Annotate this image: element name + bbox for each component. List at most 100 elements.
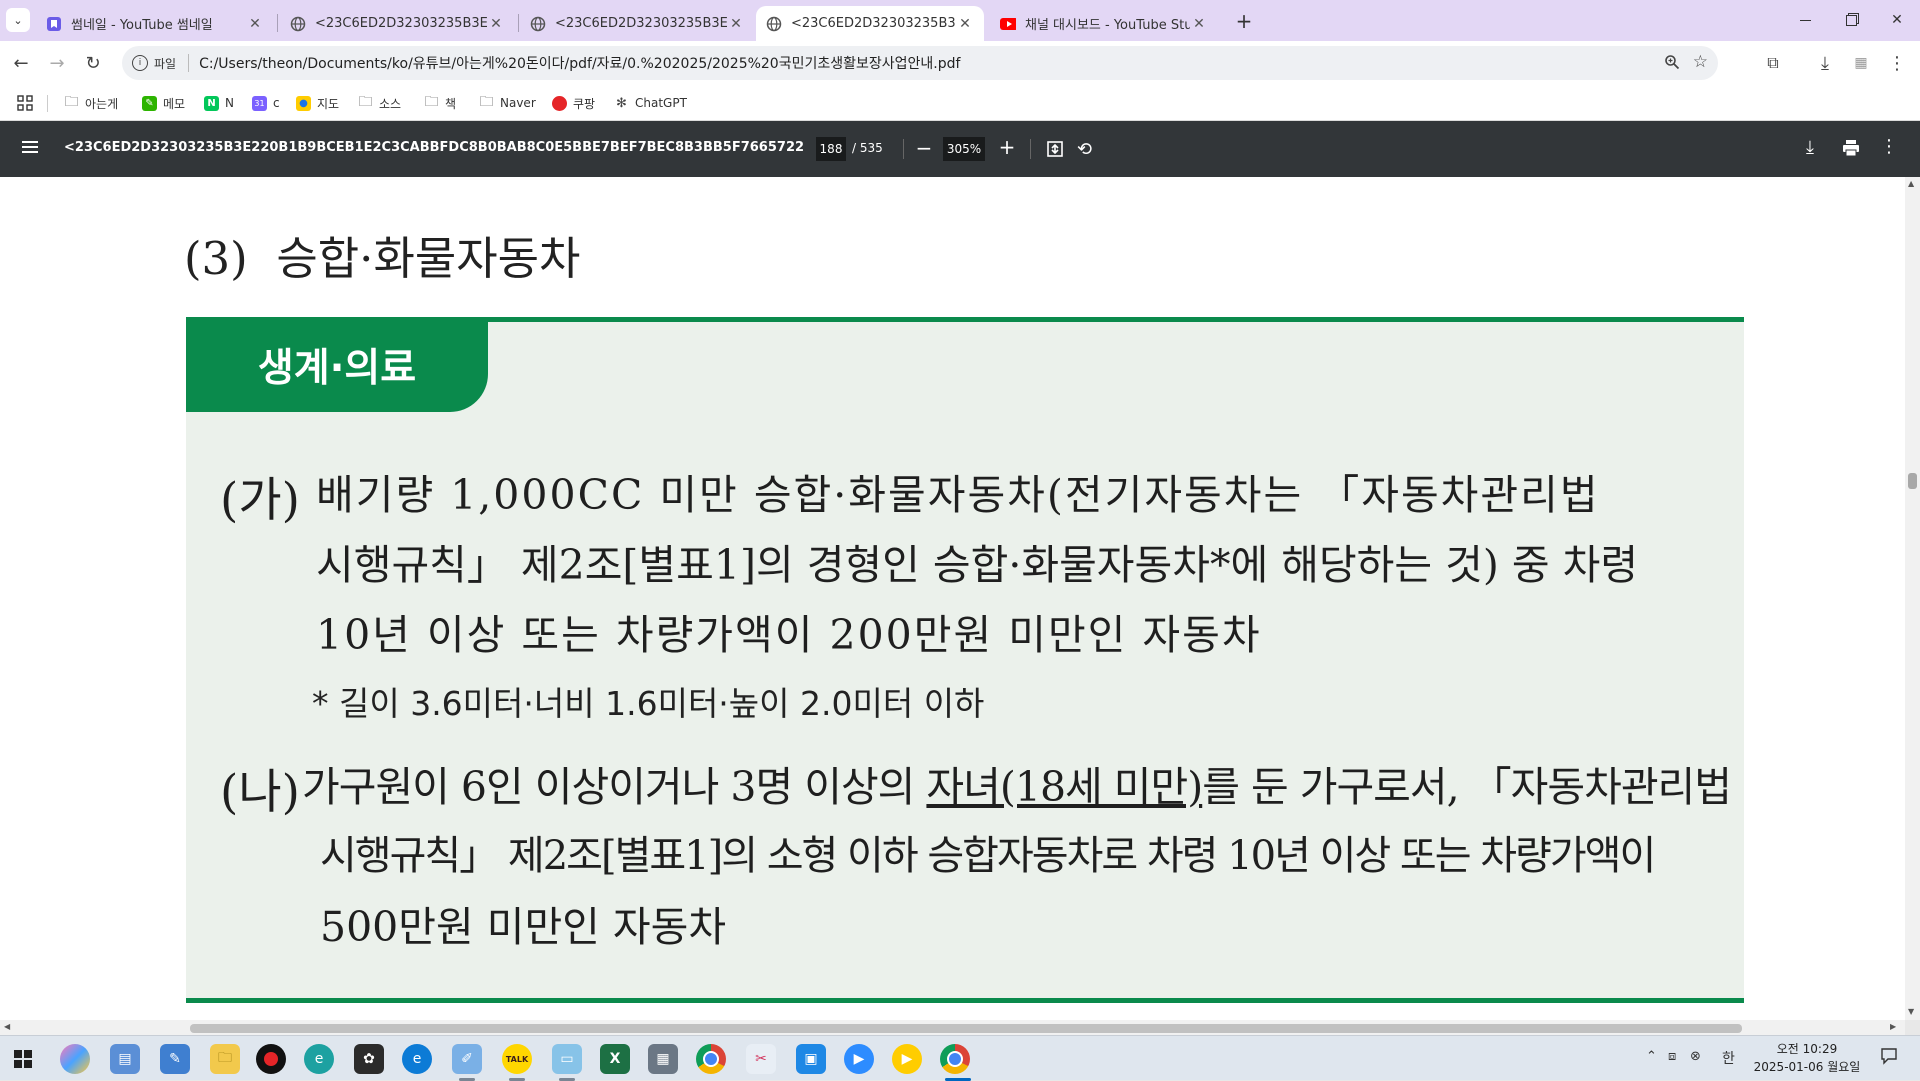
close-icon[interactable]: ✕	[1190, 16, 1208, 32]
pdf-page-viewport[interactable]: (3) 승합·화물자동차 생계·의료 (가) 배기량 1,000CC 미만 승합…	[0, 177, 1905, 1020]
zoom-app-icon[interactable]: ▶	[844, 1044, 874, 1074]
notes-app-icon[interactable]: ✎	[160, 1044, 190, 1074]
tab-title: 썸네일 - YouTube 썸네일	[71, 18, 213, 33]
zoom-in-icon[interactable]: +	[996, 135, 1018, 159]
close-window-icon[interactable]: ✕	[1882, 8, 1912, 32]
tab-youtube-studio[interactable]: 채널 대시보드 - YouTube Studi ✕	[990, 6, 1218, 41]
bookmark-item[interactable]: ● 지도	[296, 93, 339, 113]
zoom-lens-icon[interactable]	[1664, 54, 1680, 74]
section-heading: (3) 승합·화물자동차	[184, 232, 581, 285]
youtube-icon	[1000, 16, 1016, 32]
item-na-line: 가구원이 6인 이상이거나 3명 이상의 자녀(18세 미만)를 둔 가구로서,…	[302, 763, 1732, 811]
bookmark-star-icon[interactable]: ☆	[1693, 52, 1708, 72]
clock-time[interactable]: 오전 10:29	[1752, 1040, 1862, 1057]
edge-dev-icon[interactable]: e	[304, 1044, 334, 1074]
edge-icon[interactable]: e	[402, 1044, 432, 1074]
extensions-puzzle-icon[interactable]: ⧉	[1758, 48, 1788, 78]
fit-to-page-icon[interactable]	[1046, 140, 1064, 158]
tray-status-icon[interactable]: ⊗	[1690, 1049, 1701, 1064]
item-ga-line: 배기량 1,000CC 미만 승합·화물자동차(전기자동차는 「자동차관리법	[316, 471, 1600, 519]
url-text[interactable]: C:/Users/theon/Documents/ko/유튜브/아는게%20돈이…	[199, 53, 960, 73]
tab-pdf-active[interactable]: <23C6ED2D32303235B3E220B ✕	[756, 6, 984, 41]
tab-pdf-2[interactable]: <23C6ED2D32303235B3E220B ✕	[520, 6, 755, 41]
zoom-level-input[interactable]: 305%	[943, 137, 985, 161]
tray-chevron-up-icon[interactable]: ⌃	[1646, 1049, 1657, 1064]
bookmark-item[interactable]: 🗀 Naver	[479, 93, 536, 113]
record-app-icon[interactable]	[256, 1044, 286, 1074]
vertical-scroll-thumb[interactable]	[1908, 473, 1917, 489]
vertical-scrollbar[interactable]: ▲ ▼	[1905, 177, 1920, 1020]
underlined-children-term: 자녀(18세 미만)	[926, 763, 1203, 811]
horizontal-scroll-thumb[interactable]	[190, 1024, 1742, 1033]
page-number-input[interactable]: 188	[816, 137, 846, 161]
bookmark-item[interactable]: ✻ ChatGPT	[614, 93, 687, 113]
print-icon[interactable]	[1842, 139, 1862, 159]
chatgpt-icon: ✻	[616, 95, 627, 111]
tab-title: <23C6ED2D32303235B3E220B	[315, 16, 487, 31]
notification-center-icon[interactable]	[1880, 1047, 1898, 1065]
bookmark-item[interactable]: ✎ 메모	[142, 93, 185, 113]
chrome-icon[interactable]	[696, 1044, 726, 1074]
folder-icon: 🗀	[424, 94, 439, 110]
bookmark-item[interactable]: 31 c	[252, 93, 280, 113]
excel-icon[interactable]: X	[600, 1044, 630, 1074]
zoom-out-icon[interactable]: −	[913, 136, 935, 160]
download-icon[interactable]: ⤓	[1806, 137, 1814, 158]
new-tab-plus-icon[interactable]: +	[1232, 9, 1256, 33]
profile-icon[interactable]: ▦	[1846, 48, 1876, 78]
info-icon[interactable]: i	[132, 55, 148, 71]
bookmark-item[interactable]: 🗀 소스	[358, 93, 402, 113]
menu-kebab-icon[interactable]: ⋮	[1882, 48, 1912, 78]
windows-start-icon[interactable]	[8, 1044, 38, 1074]
scroll-left-arrow-icon[interactable]: ◀	[4, 1022, 10, 1031]
tab-search-button[interactable]: ⌄	[6, 8, 30, 32]
tab-pdf-1[interactable]: <23C6ED2D32303235B3E220B ✕	[280, 6, 515, 41]
calculator-icon[interactable]: ▦	[648, 1044, 678, 1074]
store-app-icon[interactable]: ▣	[796, 1044, 826, 1074]
bookmark-item[interactable]: N N	[204, 93, 234, 113]
close-icon[interactable]: ✕	[487, 16, 505, 32]
more-options-icon[interactable]: ⋮	[1880, 136, 1898, 157]
forward-arrow-icon[interactable]: →	[42, 48, 72, 78]
bookmark-item[interactable]: 🗀 책	[424, 93, 457, 113]
windows-taskbar: ▤ ✎ 🗀 e ✿ e ✐ TALK ▭ X ▦ ✂ ▣ ▶ ▶ ⌃ ⧈ ⊗ 한…	[0, 1035, 1920, 1081]
reload-icon[interactable]: ↻	[78, 48, 108, 78]
tray-network-icon[interactable]: ⧈	[1668, 1049, 1676, 1064]
browser-toolbar: ← → ↻ i 파일 C:/Users/theon/Documents/ko/유…	[0, 41, 1920, 85]
kakao-player-icon[interactable]: ▶	[892, 1044, 922, 1074]
sidebar-menu-icon[interactable]	[22, 139, 42, 159]
copilot-icon[interactable]	[60, 1044, 90, 1074]
rotate-icon[interactable]: ⟲	[1077, 139, 1097, 160]
paint-app-icon[interactable]: ✐	[452, 1044, 482, 1074]
scroll-down-arrow-icon[interactable]: ▼	[1908, 1007, 1914, 1016]
item-marker-na: (나)	[220, 765, 300, 820]
apps-grid-icon[interactable]	[17, 95, 33, 111]
snipping-tool-icon[interactable]: ✂	[746, 1044, 776, 1074]
file-explorer-icon[interactable]: 🗀	[210, 1044, 240, 1074]
chrome-active-icon[interactable]	[940, 1044, 970, 1074]
scroll-right-arrow-icon[interactable]: ▶	[1890, 1022, 1896, 1031]
category-tab: 생계·의료	[186, 317, 488, 412]
task-view-icon[interactable]: ▤	[110, 1044, 140, 1074]
kakaotalk-icon[interactable]: TALK	[502, 1044, 532, 1074]
clock-date[interactable]: 2025-01-06 월요일	[1752, 1058, 1862, 1075]
bookmark-item[interactable]: 쿠팡	[552, 93, 595, 113]
notepad-icon[interactable]: ▭	[552, 1044, 582, 1074]
back-arrow-icon[interactable]: ←	[6, 48, 36, 78]
tab-youtube-thumbnail[interactable]: 썸네일 - YouTube 썸네일 ✕	[36, 6, 274, 41]
bookmark-item[interactable]: 🗀 아는게	[64, 93, 119, 113]
restore-window-icon[interactable]	[1836, 8, 1866, 32]
close-icon[interactable]: ✕	[727, 16, 745, 32]
close-icon[interactable]: ✕	[246, 16, 264, 32]
horizontal-scrollbar[interactable]: ◀ ▶	[0, 1020, 1905, 1035]
ime-indicator[interactable]: 한	[1722, 1048, 1735, 1068]
map-pin-icon: ●	[296, 95, 311, 111]
close-icon[interactable]: ✕	[956, 16, 974, 32]
download-icon[interactable]: ⤓	[1810, 48, 1840, 78]
davinci-resolve-icon[interactable]: ✿	[354, 1044, 384, 1074]
scroll-up-arrow-icon[interactable]: ▲	[1908, 179, 1914, 188]
item-marker-ga: (가)	[220, 473, 300, 528]
minimize-window-icon[interactable]	[1790, 8, 1820, 32]
address-bar[interactable]: i 파일 C:/Users/theon/Documents/ko/유튜브/아는게…	[122, 46, 1718, 80]
globe-icon	[290, 16, 306, 32]
